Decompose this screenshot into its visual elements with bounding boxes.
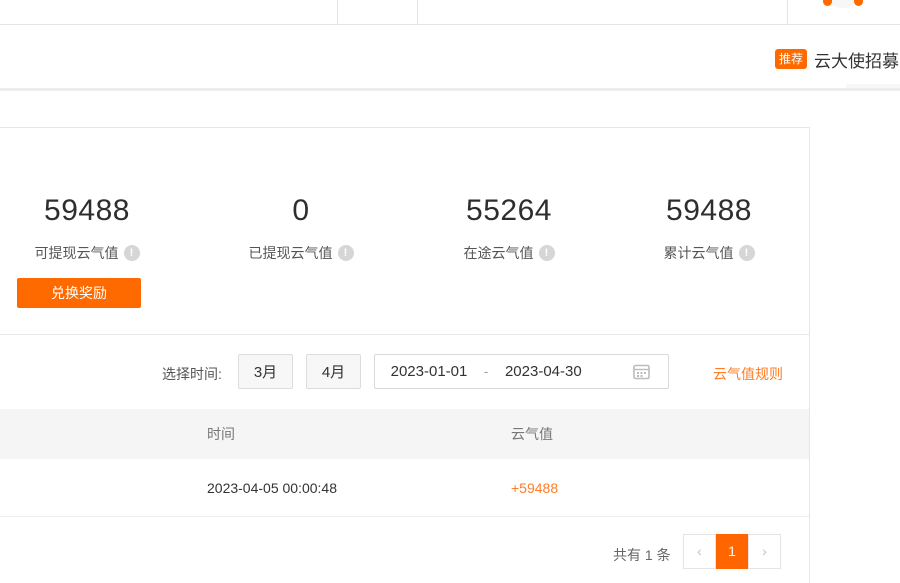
- recommend-badge: 推荐: [775, 49, 807, 69]
- stat-label: 在途云气值: [464, 243, 534, 263]
- date-separator: -: [484, 364, 488, 379]
- date-end-value[interactable]: 2023-04-30: [499, 363, 587, 380]
- current-page-button[interactable]: 1: [716, 534, 748, 569]
- info-icon[interactable]: !: [338, 245, 354, 261]
- cloud-points-page: 推荐 云大使招募 59488 可提现云气值 ! 0 已提现云气值 ! 55264…: [0, 0, 900, 583]
- banner-separator: [0, 88, 900, 91]
- date-range-input[interactable]: 2023-01-01 - 2023-04-30: [374, 354, 669, 389]
- stat-value: 55264: [409, 192, 609, 230]
- stat-label: 累计云气值: [664, 243, 734, 263]
- stat-label: 已提现云气值: [249, 243, 333, 263]
- ambassador-recruit-link[interactable]: 推荐 云大使招募: [775, 47, 899, 71]
- topbar-divider: [417, 0, 418, 24]
- column-header-time: 时间: [207, 424, 511, 444]
- time-filter-label: 选择时间:: [162, 364, 222, 384]
- table-row: 2023-04-05 00:00:48 +59488: [0, 459, 809, 517]
- banner-title: 云大使招募: [814, 47, 899, 72]
- prev-page-button[interactable]: ‹: [683, 534, 716, 569]
- mascot-right-tip: [854, 0, 863, 6]
- points-rules-link[interactable]: 云气值规则: [713, 364, 783, 384]
- info-icon[interactable]: !: [739, 245, 755, 261]
- topbar-divider: [787, 0, 788, 24]
- cutoff-mascot-icon[interactable]: [820, 0, 866, 10]
- month-button-april[interactable]: 4月: [306, 354, 361, 389]
- date-start-value[interactable]: 2023-01-01: [385, 363, 473, 380]
- redeem-rewards-button[interactable]: 兑换奖励: [17, 278, 141, 308]
- next-page-button[interactable]: ›: [748, 534, 781, 569]
- stat-value: 59488: [609, 192, 809, 230]
- top-tab-bar: [0, 0, 900, 25]
- column-header-points: 云气值: [511, 424, 553, 444]
- stat-label: 可提现云气值: [35, 243, 119, 263]
- promo-banner: 推荐 云大使招募: [0, 25, 900, 88]
- stat-value: 59488: [0, 192, 187, 230]
- pagination-total-text: 共有 1 条: [613, 545, 671, 565]
- points-card: 59488 可提现云气值 ! 0 已提现云气值 ! 55264 在途云气值 ! …: [0, 127, 810, 583]
- table-header: 时间 云气值: [0, 409, 809, 459]
- calendar-icon[interactable]: [633, 363, 650, 380]
- stat-withdrawable: 59488 可提现云气值 !: [0, 192, 187, 263]
- row-time-cell: 2023-04-05 00:00:48: [207, 480, 511, 496]
- info-icon[interactable]: !: [124, 245, 140, 261]
- stat-total: 59488 累计云气值 !: [609, 192, 809, 263]
- topbar-divider: [337, 0, 338, 24]
- info-icon[interactable]: !: [539, 245, 555, 261]
- stat-withdrawn: 0 已提现云气值 !: [201, 192, 401, 263]
- pagination-control: ‹ 1 ›: [683, 534, 781, 569]
- stat-value: 0: [201, 192, 401, 230]
- section-divider: [0, 334, 809, 335]
- mascot-left-tip: [823, 0, 832, 6]
- row-points-cell: +59488: [511, 480, 558, 496]
- stat-in-transit: 55264 在途云气值 !: [409, 192, 609, 263]
- corner-patch: [846, 84, 900, 88]
- month-button-march[interactable]: 3月: [238, 354, 293, 389]
